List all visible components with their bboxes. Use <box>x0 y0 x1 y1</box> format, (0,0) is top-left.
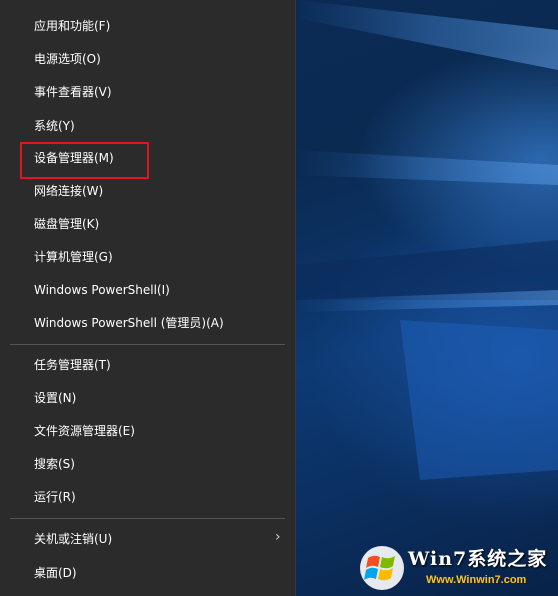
menu-item-power-options[interactable]: 电源选项(O) <box>34 49 101 69</box>
winx-context-menu: — 应用和功能(F) 电源选项(O) 事件查看器(V) 系统(Y) 设备管理器(… <box>0 0 296 596</box>
top-cut-off-text: — <box>34 0 46 2</box>
menu-item-event-viewer[interactable]: 事件查看器(V) <box>34 82 112 102</box>
menu-item-apps-features[interactable]: 应用和功能(F) <box>34 16 110 36</box>
watermark: Win7系统之家 Www.Winwin7.com <box>358 540 558 596</box>
watermark-url: Www.Winwin7.com <box>426 574 527 586</box>
menu-item-network-connections[interactable]: 网络连接(W) <box>34 181 103 201</box>
menu-item-powershell[interactable]: Windows PowerShell(I) <box>34 280 170 300</box>
windows-logo-icon <box>360 546 404 590</box>
menu-item-desktop[interactable]: 桌面(D) <box>34 563 77 583</box>
menu-item-computer-management[interactable]: 计算机管理(G) <box>34 247 113 267</box>
menu-item-disk-management[interactable]: 磁盘管理(K) <box>34 214 99 234</box>
menu-separator <box>10 344 285 345</box>
chevron-right-icon: › <box>275 529 281 545</box>
menu-item-file-explorer[interactable]: 文件资源管理器(E) <box>34 421 135 441</box>
menu-item-shutdown-signout[interactable]: 关机或注销(U) <box>34 529 112 549</box>
menu-item-powershell-admin[interactable]: Windows PowerShell (管理员)(A) <box>34 313 224 333</box>
menu-item-settings[interactable]: 设置(N) <box>34 388 76 408</box>
watermark-title: Win7系统之家 <box>408 548 548 570</box>
menu-separator <box>10 518 285 519</box>
device-manager-highlight-box <box>20 142 149 179</box>
menu-item-system[interactable]: 系统(Y) <box>34 116 75 136</box>
menu-item-task-manager[interactable]: 任务管理器(T) <box>34 355 111 375</box>
menu-item-run[interactable]: 运行(R) <box>34 487 76 507</box>
menu-item-search[interactable]: 搜索(S) <box>34 454 75 474</box>
